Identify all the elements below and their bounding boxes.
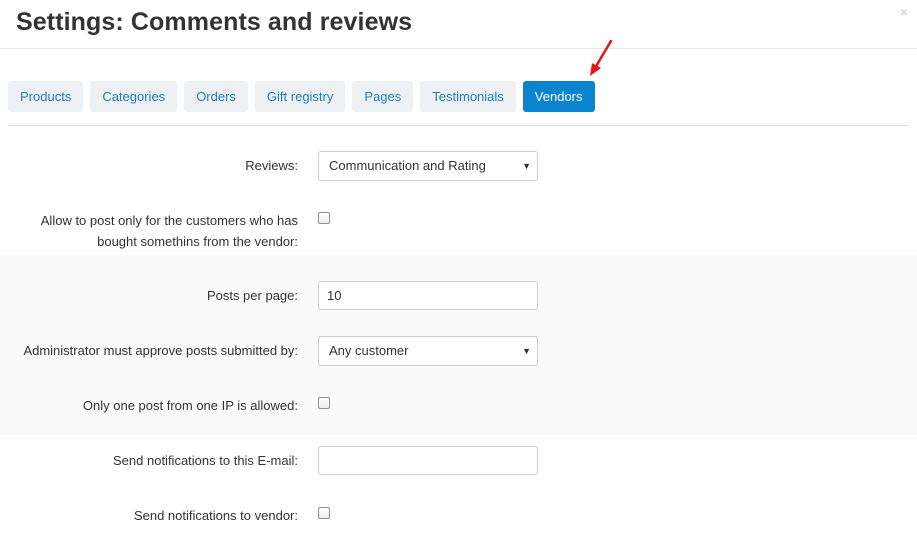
close-icon[interactable]: × [900,5,908,19]
admin-approve-label: Administrator must approve posts submitt… [23,343,298,358]
dialog-header: Settings: Comments and reviews × [0,0,917,49]
admin-approve-select[interactable]: Any customer ▼ [318,336,538,366]
tab-gift-registry[interactable]: Gift registry [254,81,346,112]
allow-post-label: Allow to post only for the customers who… [8,210,298,252]
chevron-down-icon: ▼ [522,346,531,356]
tab-products[interactable]: Products [8,81,84,112]
dialog-title: Settings: Comments and reviews [16,8,413,36]
tab-testimonials[interactable]: Testimonials [420,81,516,112]
notify-vendor-label: Send notifications to vendor: [133,508,298,523]
allow-post-label-line2: bought somethins from the vendor: [97,234,298,249]
one-post-ip-label: Only one post from one IP is allowed: [82,398,298,413]
posts-per-page-label: Posts per page: [206,288,298,303]
notify-vendor-checkbox[interactable] [318,507,330,519]
admin-approve-select-value: Any customer [329,343,409,358]
posts-per-page-input[interactable]: 10 [318,281,538,310]
tab-categories[interactable]: Categories [90,81,178,112]
reviews-select[interactable]: Communication and Rating ▼ [318,151,538,181]
reviews-label: Reviews: [245,158,298,173]
reviews-select-value: Communication and Rating [329,158,486,173]
tab-vendors[interactable]: Vendors [522,81,595,112]
red-arrow-icon [590,39,613,76]
one-post-ip-checkbox[interactable] [318,397,330,409]
tab-pages[interactable]: Pages [352,81,414,112]
notify-email-label: Send notifications to this E-mail: [113,453,298,468]
tab-bar: Products Categories Orders Gift registry… [8,81,602,113]
chevron-down-icon: ▼ [522,161,531,171]
tab-orders[interactable]: Orders [184,81,248,112]
settings-dialog: Settings: Comments and reviews × Product… [0,0,917,541]
allow-post-label-line1: Allow to post only for the customers who… [40,213,298,228]
notify-email-input[interactable] [318,446,538,475]
allow-post-checkbox[interactable] [318,212,330,224]
tabs-divider [8,125,909,126]
